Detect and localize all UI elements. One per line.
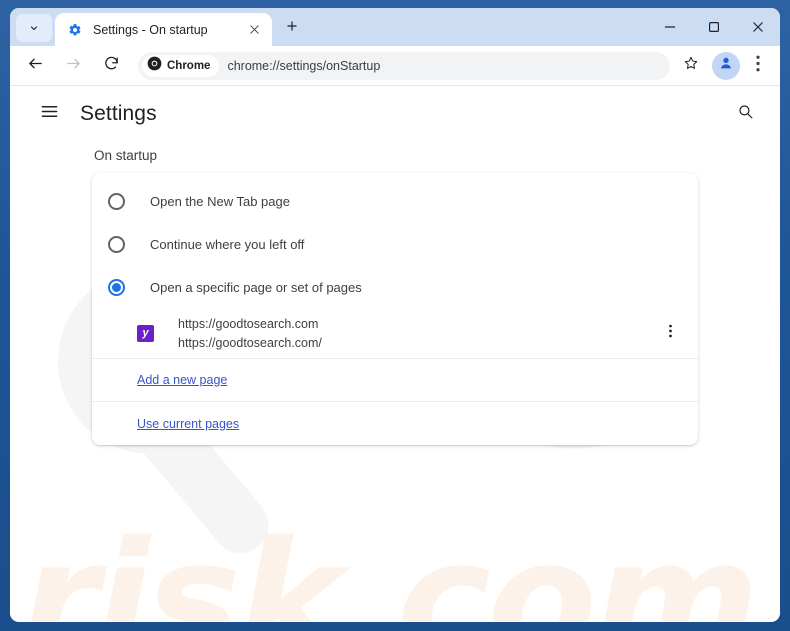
chrome-scheme-chip: Chrome: [142, 55, 219, 77]
startup-page-texts: https://goodtosearch.com https://goodtos…: [178, 315, 656, 351]
browser-menu-button[interactable]: [744, 51, 772, 81]
radio-button-checked-icon[interactable]: [108, 279, 125, 296]
three-dot-menu-icon: [756, 55, 760, 77]
search-icon: [737, 103, 754, 125]
page-title: Settings: [80, 102, 157, 126]
chrome-logo-icon: [147, 56, 162, 76]
arrow-right-icon: [65, 55, 82, 77]
hamburger-menu-icon: [40, 102, 59, 126]
settings-search-button[interactable]: [728, 97, 762, 131]
minimize-button[interactable]: [648, 12, 692, 46]
on-startup-card: Open the New Tab page Continue where you…: [92, 173, 698, 445]
startup-page-menu-button[interactable]: [656, 320, 684, 348]
address-bar[interactable]: Chrome chrome://settings/onStartup: [138, 52, 670, 80]
radio-dot: [112, 283, 121, 292]
hamburger-menu-button[interactable]: [32, 97, 66, 131]
tab-strip: Settings - On startup: [10, 8, 780, 46]
browser-window-frame: Settings - On startup: [0, 0, 790, 631]
browser-window: Settings - On startup: [10, 8, 780, 622]
radio-button-unchecked-icon[interactable]: [108, 193, 125, 210]
startup-option-label: Open the New Tab page: [150, 194, 290, 209]
account-avatar-icon: [718, 55, 734, 76]
site-favicon-icon: y: [137, 325, 154, 342]
new-tab-button[interactable]: [278, 14, 306, 42]
startup-option-label: Open a specific page or set of pages: [150, 280, 362, 295]
settings-page: PC risk.com Settings: [10, 86, 780, 621]
address-bar-url: chrome://settings/onStartup: [227, 59, 380, 73]
maximize-icon: [708, 20, 720, 38]
startup-page-row: y https://goodtosearch.com https://goodt…: [92, 309, 698, 359]
browser-toolbar: Chrome chrome://settings/onStartup: [10, 46, 780, 86]
close-window-icon: [752, 20, 764, 38]
startup-option-label: Continue where you left off: [150, 237, 304, 252]
window-controls: [648, 8, 780, 46]
forward-button[interactable]: [57, 50, 89, 82]
star-icon: [683, 55, 699, 76]
chevron-down-icon: [28, 22, 40, 34]
use-current-pages-link[interactable]: Use current pages: [137, 417, 239, 431]
toolbar-right-actions: [676, 51, 772, 81]
startup-page-title: https://goodtosearch.com: [178, 315, 656, 333]
settings-content: On startup Open the New Tab page Continu…: [10, 148, 780, 445]
chrome-chip-label: Chrome: [167, 60, 210, 72]
reload-icon: [103, 55, 120, 77]
settings-header: Settings: [10, 86, 780, 142]
radio-button-unchecked-icon[interactable]: [108, 236, 125, 253]
section-title-on-startup: On startup: [94, 148, 780, 163]
watermark-bottom-text: risk.com: [20, 520, 756, 621]
tab-title: Settings - On startup: [93, 23, 244, 37]
use-current-pages-row[interactable]: Use current pages: [92, 402, 698, 445]
startup-option-specific-pages[interactable]: Open a specific page or set of pages: [92, 266, 698, 309]
close-window-button[interactable]: [736, 12, 780, 46]
add-new-page-link[interactable]: Add a new page: [137, 373, 227, 387]
plus-icon: [285, 19, 299, 38]
back-button[interactable]: [19, 50, 51, 82]
close-icon[interactable]: [244, 20, 264, 40]
settings-gear-icon: [67, 22, 83, 38]
maximize-button[interactable]: [692, 12, 736, 46]
startup-page-url: https://goodtosearch.com/: [178, 334, 656, 352]
arrow-left-icon: [27, 55, 44, 77]
startup-option-new-tab[interactable]: Open the New Tab page: [92, 180, 698, 223]
profile-avatar[interactable]: [712, 52, 740, 80]
tab-settings[interactable]: Settings - On startup: [55, 13, 272, 46]
reload-button[interactable]: [95, 50, 127, 82]
three-dot-menu-icon: [669, 324, 672, 343]
startup-option-continue[interactable]: Continue where you left off: [92, 223, 698, 266]
bookmark-button[interactable]: [676, 51, 706, 81]
tab-search-button[interactable]: [16, 14, 52, 42]
minimize-icon: [664, 20, 676, 38]
add-new-page-row[interactable]: Add a new page: [92, 359, 698, 402]
